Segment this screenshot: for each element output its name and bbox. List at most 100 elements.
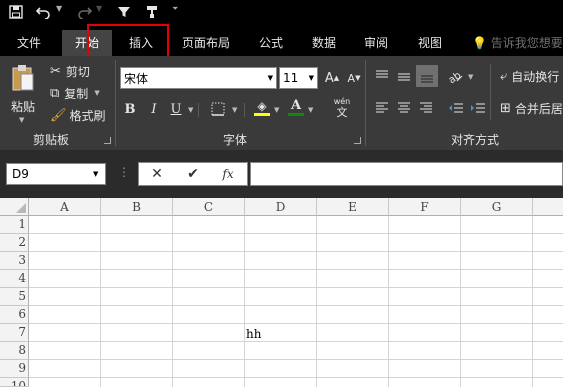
fill-color-button[interactable]: ◈: [252, 97, 272, 117]
row-header-4[interactable]: 4: [0, 270, 29, 288]
merge-center-button[interactable]: ⊞ 合并后居: [500, 98, 563, 118]
align-middle-button[interactable]: [394, 66, 414, 86]
column-header-g[interactable]: G: [461, 198, 533, 216]
paint-bucket-icon: ◈: [257, 98, 267, 113]
redo-dropdown-icon[interactable]: ▼: [96, 4, 102, 13]
cut-button[interactable]: ✂ 剪切: [50, 61, 90, 81]
brush-icon: 🖌: [50, 107, 67, 123]
row-header-8[interactable]: 8: [0, 342, 29, 360]
tab-view[interactable]: 视图: [408, 30, 452, 56]
column-header-c[interactable]: C: [173, 198, 245, 216]
column-header-d[interactable]: D: [245, 198, 317, 216]
enter-icon[interactable]: ✔: [178, 162, 208, 186]
gridline: [29, 251, 563, 252]
gridline: [29, 377, 563, 378]
column-header-h[interactable]: [533, 198, 563, 216]
gridline: [29, 323, 563, 324]
copy-label: 复制: [64, 86, 89, 101]
filter-icon[interactable]: [114, 2, 134, 22]
tab-file[interactable]: 文件: [6, 30, 52, 56]
wrap-text-icon: ⤶: [500, 68, 508, 84]
gridline: [460, 216, 461, 387]
row-header-7[interactable]: 7: [0, 324, 29, 342]
font-size-select[interactable]: 11 ▼: [279, 67, 318, 89]
underline-button[interactable]: U: [166, 99, 186, 119]
row-header-3[interactable]: 3: [0, 252, 29, 270]
italic-button[interactable]: I: [144, 99, 164, 119]
align-top-button[interactable]: [372, 66, 392, 86]
format-painter-button[interactable]: 🖌 格式刷: [50, 105, 106, 125]
name-box[interactable]: D9: [6, 163, 106, 185]
paste-button[interactable]: 粘贴 ▼: [6, 62, 40, 126]
align-bottom-button[interactable]: [416, 65, 438, 87]
orientation-button[interactable]: ab: [446, 66, 466, 86]
font-name-select[interactable]: 宋体 ▼: [120, 67, 277, 89]
copy-button[interactable]: ⧉ 复制 ▼: [50, 83, 100, 103]
bold-button[interactable]: B: [120, 99, 140, 119]
wrap-text-button[interactable]: ⤶ 自动换行: [500, 66, 559, 86]
font-color-swatch: [288, 113, 304, 116]
redo-icon[interactable]: [74, 2, 94, 22]
increase-font-size-button[interactable]: A ▲: [322, 68, 342, 88]
align-left-button[interactable]: [372, 98, 392, 118]
orientation-dropdown-icon[interactable]: ▼: [468, 73, 473, 81]
row-header-10[interactable]: 10: [0, 378, 29, 387]
font-color-dropdown-icon[interactable]: ▼: [308, 106, 313, 114]
borders-dropdown-icon[interactable]: ▼: [232, 106, 237, 114]
row-header-5[interactable]: 5: [0, 288, 29, 306]
gridline: [532, 216, 533, 387]
align-center-button[interactable]: [394, 98, 414, 118]
row-header-1[interactable]: 1: [0, 216, 29, 234]
tab-page-layout[interactable]: 页面布局: [175, 30, 237, 56]
font-name-dropdown-icon: ▼: [267, 74, 273, 82]
alignment-group-label: 对齐方式: [450, 133, 499, 147]
font-color-button[interactable]: A: [286, 97, 306, 117]
gridline: [316, 216, 317, 387]
tell-me-search[interactable]: 💡 告诉我您想要: [472, 30, 563, 56]
ribbon-home: 粘贴 ▼ ✂ 剪切 ⧉ 复制 ▼ 🖌 格式刷 剪贴板 宋体 ▼ 11 ▼ A ▲ …: [0, 56, 563, 150]
undo-icon[interactable]: [34, 2, 54, 22]
row-header-9[interactable]: 9: [0, 360, 29, 378]
column-header-f[interactable]: F: [389, 198, 461, 216]
insert-function-icon[interactable]: fx: [213, 162, 243, 186]
worksheet-grid[interactable]: A B C D E F G 1 2 3 4 5 6 7 8 9 10: [0, 198, 563, 387]
save-icon[interactable]: [6, 2, 26, 22]
format-painter-icon[interactable]: [142, 2, 162, 22]
decrease-font-size-button[interactable]: A ▼: [344, 68, 364, 88]
row-header-2[interactable]: 2: [0, 234, 29, 252]
lightbulb-icon: 💡: [472, 36, 487, 50]
font-dialog-launcher[interactable]: [354, 137, 361, 144]
cut-label: 剪切: [65, 64, 90, 79]
undo-dropdown-icon[interactable]: ▼: [56, 4, 62, 13]
row-header-6[interactable]: 6: [0, 306, 29, 324]
tab-formulas[interactable]: 公式: [248, 30, 294, 56]
name-box-dropdown-icon[interactable]: ▼: [93, 170, 98, 178]
cancel-icon[interactable]: ✕: [142, 162, 172, 186]
ribbon-tabs: 文件 开始 插入 页面布局 公式 数据 审阅 视图 💡 告诉我您想要: [0, 30, 563, 56]
align-right-button[interactable]: [416, 98, 436, 118]
tab-data[interactable]: 数据: [302, 30, 346, 56]
formula-bar-grip-icon[interactable]: ⋮: [118, 165, 130, 179]
column-header-a[interactable]: A: [29, 198, 101, 216]
column-header-b[interactable]: B: [101, 198, 173, 216]
font-group-label: 字体: [222, 133, 247, 147]
font-color-icon: A: [290, 98, 302, 113]
column-header-e[interactable]: E: [317, 198, 389, 216]
phonetic-guide-button[interactable]: wén 文: [330, 97, 354, 119]
formula-bar: D9 ▼ ⋮ ✕ ✔ fx: [0, 150, 563, 198]
formula-input[interactable]: [250, 162, 563, 186]
decrease-indent-button[interactable]: [446, 98, 466, 118]
increase-indent-button[interactable]: [468, 98, 488, 118]
underline-dropdown-icon[interactable]: ▼: [188, 106, 193, 114]
font-size-value: 11: [283, 71, 299, 85]
gridline: [100, 216, 101, 387]
cell-d7[interactable]: hh: [246, 325, 261, 343]
customize-qat-icon[interactable]: ⏷: [172, 4, 178, 14]
select-all-triangle-icon: [16, 203, 26, 213]
clipboard-dialog-launcher[interactable]: [104, 137, 111, 144]
borders-button[interactable]: [208, 99, 228, 119]
tab-review[interactable]: 审阅: [354, 30, 398, 56]
paste-dropdown-icon: ▼: [19, 116, 25, 124]
fill-color-dropdown-icon[interactable]: ▼: [274, 106, 279, 114]
merge-cells-icon: ⊞: [500, 100, 511, 116]
